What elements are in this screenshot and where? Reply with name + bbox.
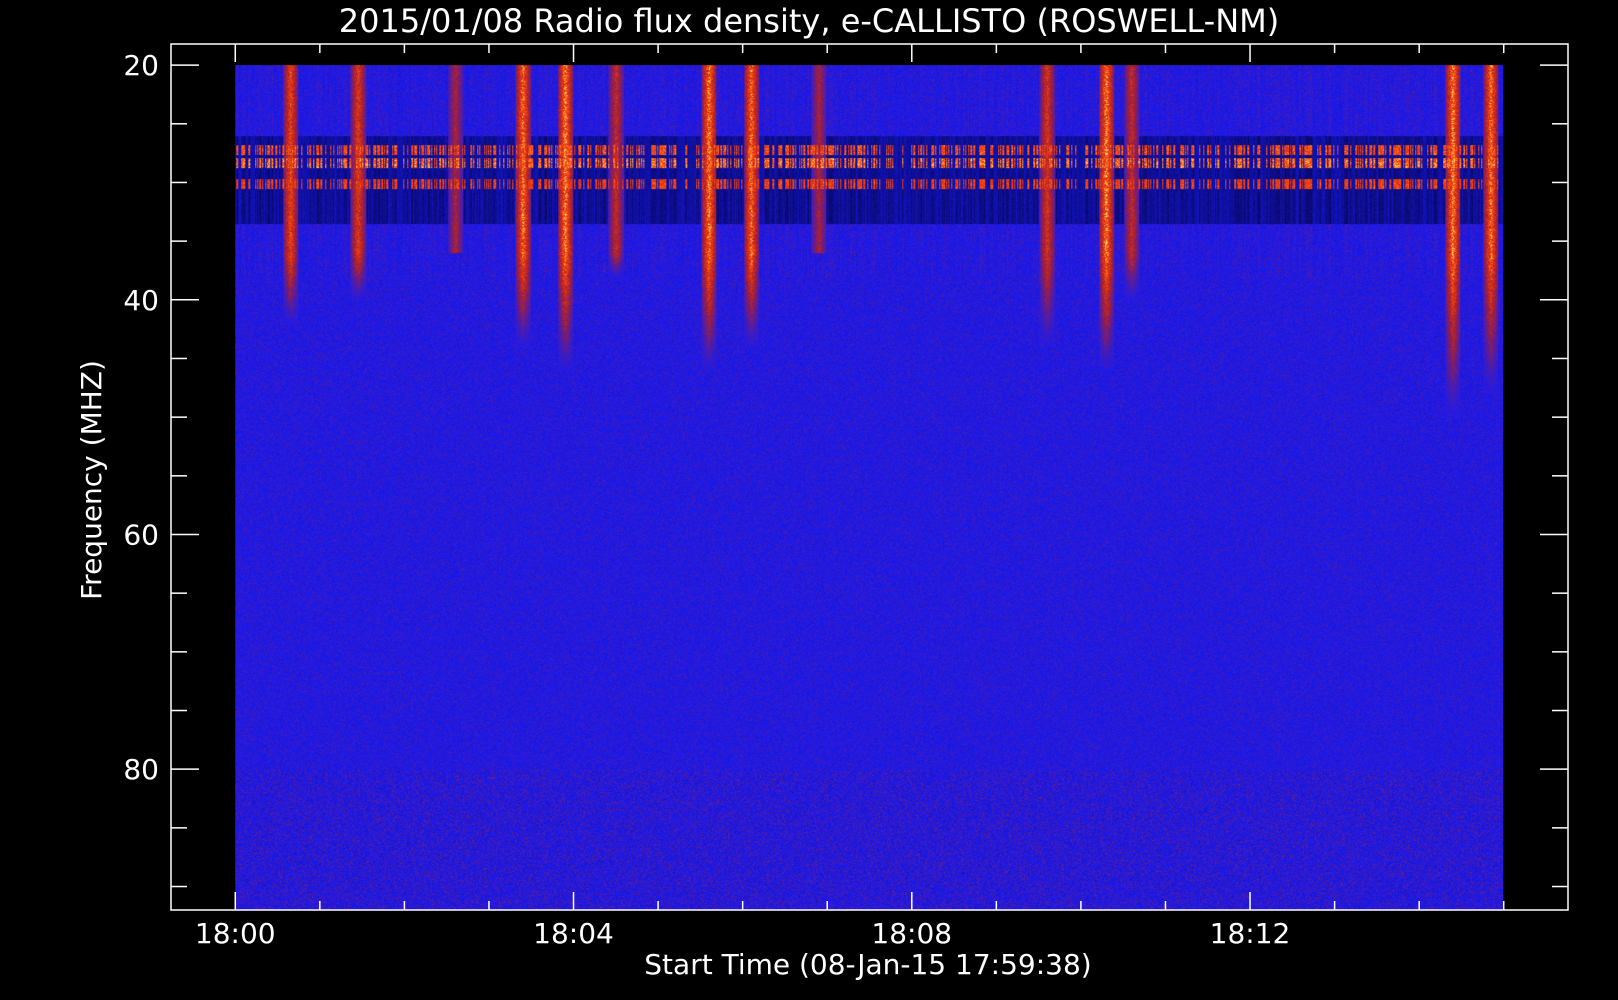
spectrogram-raster <box>235 65 1504 911</box>
y-tick-label: 80 <box>123 753 159 786</box>
y-tick-label: 60 <box>123 518 159 551</box>
chart-title: 2015/01/08 Radio flux density, e-CALLIST… <box>339 2 1279 40</box>
y-tick-label: 20 <box>123 49 159 82</box>
x-tick-label: 18:12 <box>1210 917 1291 950</box>
x-tick-label: 18:08 <box>871 917 952 950</box>
x-axis-label: Start Time (08-Jan-15 17:59:38) <box>644 948 1091 981</box>
y-tick-label: 40 <box>123 284 159 317</box>
spectrogram-chart: 2015/01/08 Radio flux density, e-CALLIST… <box>0 0 1618 1000</box>
spectrogram-image <box>235 65 1504 911</box>
x-tick-label: 18:04 <box>533 917 614 950</box>
x-tick-label: 18:00 <box>195 917 276 950</box>
y-axis-label: Frequency (MHZ) <box>75 360 108 600</box>
